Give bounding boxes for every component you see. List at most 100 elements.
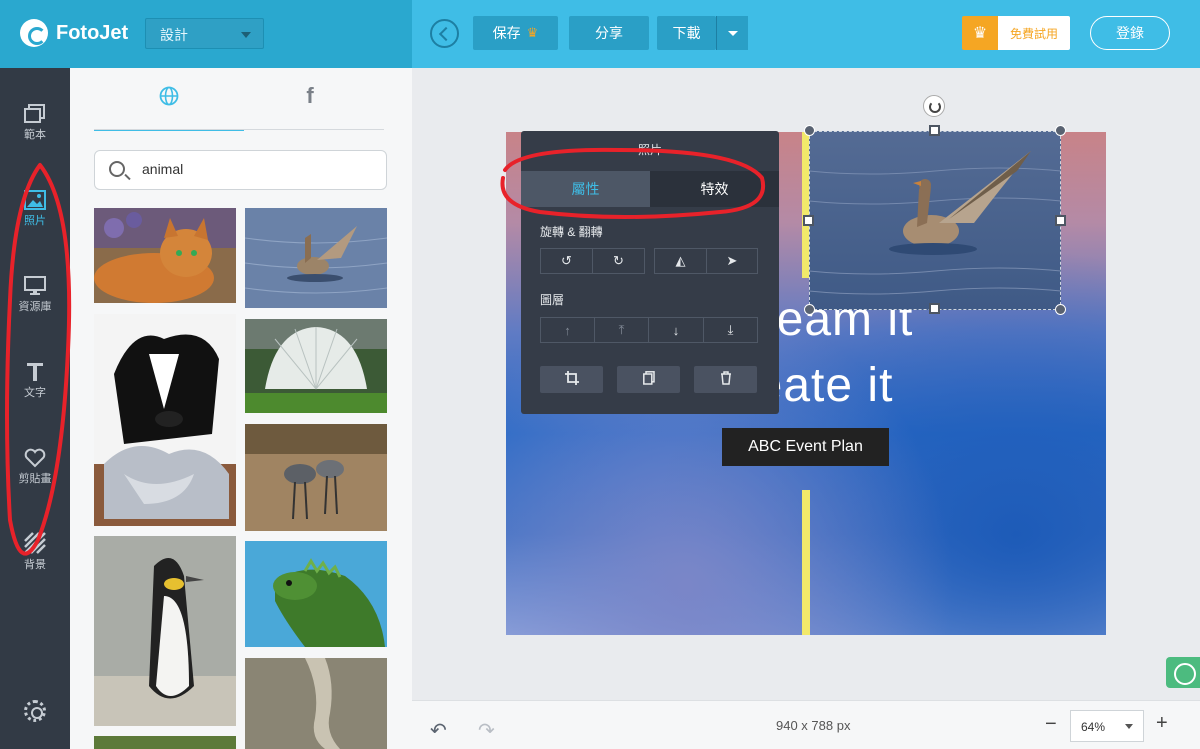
top-bar: FotoJet 設計 保存 ♛ 分享 下載 ♛ 免費試用 登錄	[0, 0, 1200, 68]
login-label: 登錄	[1116, 25, 1144, 41]
sidebar-item-clipart[interactable]: 剪貼畫	[0, 422, 70, 492]
sidebar-item-label: 剪貼畫	[18, 473, 52, 485]
gear-icon[interactable]	[24, 700, 46, 722]
layer-label: 圖層	[540, 293, 565, 307]
free-trial-button[interactable]: ♛ 免費試用	[962, 16, 1070, 50]
save-button[interactable]: 保存 ♛	[473, 16, 558, 50]
free-trial-label: 免費試用	[998, 16, 1070, 50]
templates-icon	[0, 96, 70, 124]
text-icon	[0, 354, 70, 382]
rotate-right-button[interactable]: ↻	[593, 248, 645, 274]
heart-icon	[0, 440, 70, 468]
rotate-left-button[interactable]: ↺	[540, 248, 593, 274]
search-input[interactable]	[142, 161, 362, 177]
tab-divider	[94, 129, 384, 130]
send-to-back-button[interactable]: ⤓	[704, 317, 758, 343]
bring-to-front-button[interactable]: ⤒	[595, 317, 649, 343]
thumbnail-cat[interactable]	[94, 208, 236, 303]
save-label: 保存	[492, 25, 521, 41]
sidebar-item-templates[interactable]: 範本	[0, 78, 70, 148]
crown-icon: ♛	[526, 25, 539, 40]
chat-support-icon[interactable]	[1166, 657, 1200, 688]
sidebar-item-label: 文字	[24, 387, 46, 399]
send-backward-button[interactable]: ↓	[649, 317, 704, 343]
download-options-button[interactable]	[716, 16, 748, 50]
logo-mark-icon	[20, 19, 48, 47]
bottom-bar: ↶ ↷ 940 x 788 px − 64% +	[412, 700, 1200, 749]
tab-properties[interactable]: 屬性	[521, 171, 650, 207]
globe-icon	[159, 86, 179, 111]
left-sidebar: 範本 照片 資源庫 文字 剪貼畫 背景	[0, 68, 70, 749]
flip-horizontal-icon: ◭	[675, 253, 686, 268]
flip-horizontal-button[interactable]: ◭	[654, 248, 707, 274]
sidebar-item-text[interactable]: 文字	[0, 336, 70, 406]
thumbnail-lizard-tail[interactable]	[245, 658, 387, 749]
crop-button[interactable]	[540, 366, 603, 393]
sidebar-item-label: 資源庫	[18, 301, 52, 313]
thumbnail-goose[interactable]	[245, 208, 387, 308]
arrow-up-icon: ↑	[564, 322, 571, 338]
login-button[interactable]: 登錄	[1090, 16, 1170, 50]
thumbnail-penguin[interactable]	[94, 536, 236, 726]
sidebar-item-background[interactable]: 背景	[0, 508, 70, 578]
thumbnail-cranes[interactable]	[245, 424, 387, 531]
thumbnail-border-collie[interactable]	[94, 314, 236, 526]
thumbnail-iguana[interactable]	[245, 541, 387, 647]
resize-handle-top-right[interactable]	[1055, 125, 1066, 136]
redo-icon[interactable]: ↷	[478, 718, 495, 743]
bring-forward-button[interactable]: ↑	[540, 317, 595, 343]
rotate-flip-label: 旋轉 & 翻轉	[540, 225, 603, 239]
photo-search[interactable]	[94, 150, 387, 190]
design-type-select[interactable]: 設計	[145, 18, 264, 49]
resize-handle-bottom-left[interactable]	[804, 304, 815, 315]
tab-effects[interactable]: 特效	[650, 171, 779, 207]
accent-line-bottom	[802, 490, 810, 635]
flip-vertical-button[interactable]: ➤	[707, 248, 758, 274]
flip-vertical-icon: ➤	[726, 253, 738, 268]
photo-panel: f	[70, 68, 412, 749]
resize-handle-bottom[interactable]	[929, 303, 940, 314]
bring-to-front-icon: ⤒	[618, 322, 625, 337]
thumbnail-white-peacock[interactable]	[245, 319, 387, 413]
rotate-right-icon: ↻	[613, 253, 624, 268]
share-button[interactable]: 分享	[569, 16, 649, 50]
rotate-left-icon: ↺	[561, 253, 572, 268]
sidebar-item-library[interactable]: 資源庫	[0, 250, 70, 320]
trash-icon	[720, 371, 732, 388]
resize-handle-top-left[interactable]	[804, 125, 815, 136]
duplicate-button[interactable]	[617, 366, 680, 393]
photo-icon	[0, 182, 70, 210]
facebook-icon: f	[306, 83, 314, 108]
send-to-back-icon: ⤓	[727, 322, 734, 337]
resize-handle-top[interactable]	[929, 125, 940, 136]
resize-handle-bottom-right[interactable]	[1055, 304, 1066, 315]
background-icon	[0, 526, 70, 554]
design-type-value: 設計	[160, 27, 188, 43]
canvas-size: 940 x 788 px	[776, 718, 851, 733]
resize-handle-left[interactable]	[803, 215, 814, 226]
tab-web-photos[interactable]	[94, 86, 244, 131]
sidebar-item-label: 範本	[24, 129, 46, 141]
crown-icon: ♛	[962, 16, 998, 50]
caret-down-icon	[241, 32, 251, 38]
fotojet-logo[interactable]: FotoJet	[20, 19, 128, 47]
tab-properties-label: 屬性	[571, 181, 600, 197]
resize-handle-right[interactable]	[1055, 215, 1066, 226]
thumbnail-grass[interactable]	[94, 736, 236, 749]
back-button[interactable]	[430, 19, 459, 48]
caret-down-icon	[1125, 724, 1133, 729]
download-button[interactable]: 下載	[657, 16, 716, 50]
tab-facebook-photos[interactable]: f	[235, 83, 385, 131]
delete-button[interactable]	[694, 366, 757, 393]
undo-icon[interactable]: ↶	[430, 718, 447, 743]
sidebar-item-label: 背景	[24, 559, 46, 571]
event-label[interactable]: ABC Event Plan	[722, 428, 889, 466]
rotate-handle-icon[interactable]	[923, 95, 945, 117]
sidebar-item-label: 照片	[24, 215, 46, 227]
zoom-in-button[interactable]: +	[1156, 712, 1168, 735]
zoom-value: 64%	[1081, 720, 1106, 734]
copy-icon	[642, 371, 655, 388]
zoom-out-button[interactable]: −	[1045, 713, 1057, 736]
zoom-select[interactable]: 64%	[1070, 710, 1144, 742]
sidebar-item-photos[interactable]: 照片	[0, 164, 70, 234]
